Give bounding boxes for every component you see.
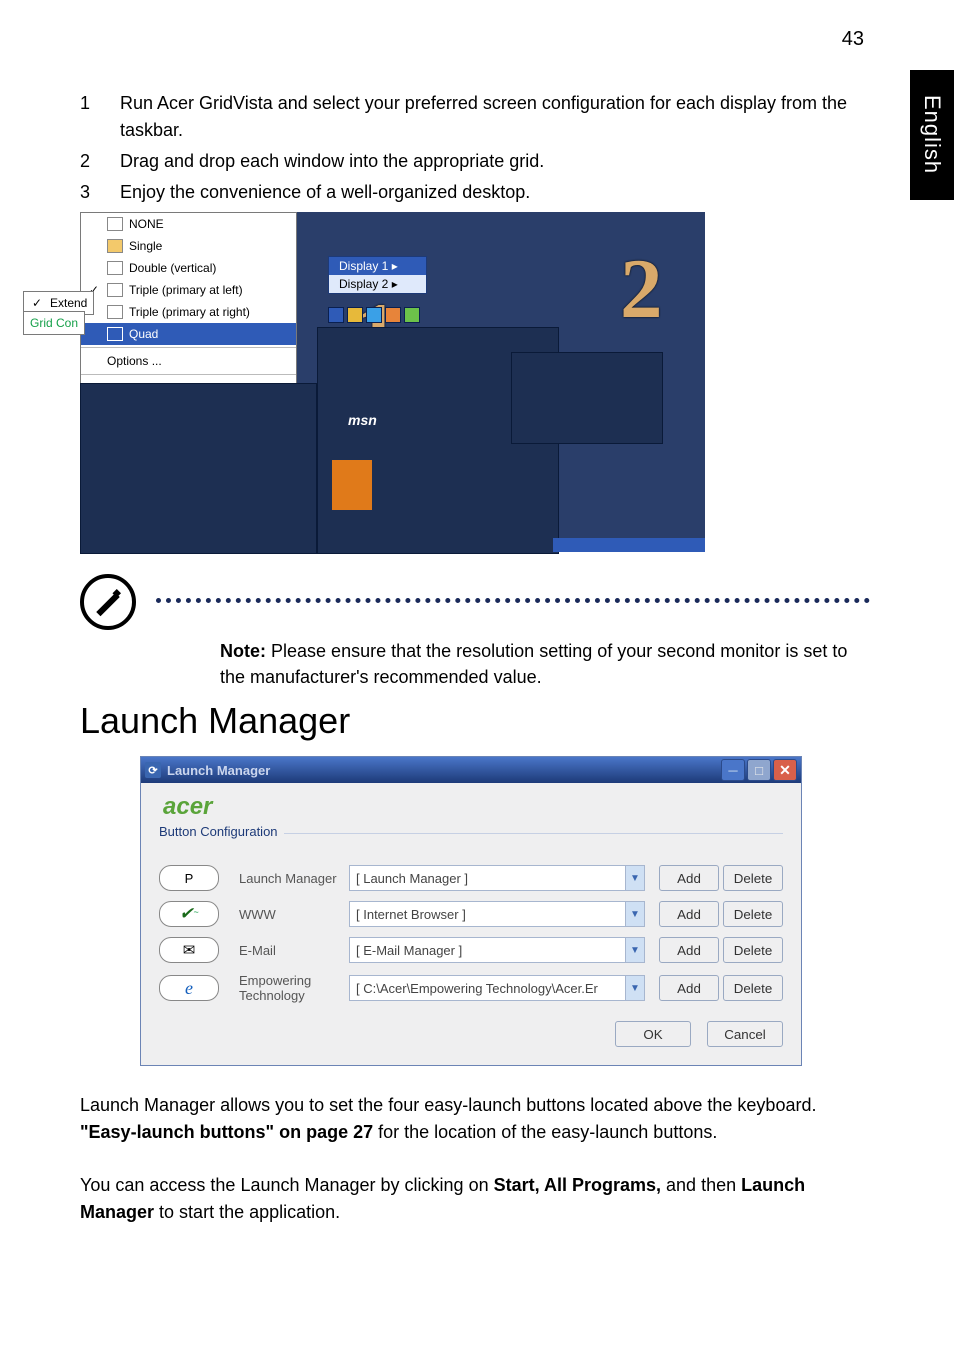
config-row: P Launch Manager [ Launch Manager ]▼ Add… — [159, 865, 783, 891]
add-button[interactable]: Add — [659, 937, 719, 963]
maximize-button[interactable]: □ — [747, 759, 771, 781]
delete-button[interactable]: Delete — [723, 975, 783, 1001]
paragraph-1: Launch Manager allows you to set the fou… — [80, 1092, 870, 1146]
chevron-down-icon[interactable]: ▼ — [625, 866, 644, 890]
step-number: 2 — [80, 148, 120, 175]
window-title: Launch Manager — [167, 763, 270, 778]
delete-button[interactable]: Delete — [723, 937, 783, 963]
overlay-number-2: 2 — [620, 240, 663, 338]
config-row: ✔~ WWW [ Internet Browser ]▼ Add Delete — [159, 901, 783, 927]
chevron-down-icon[interactable]: ▼ — [625, 938, 644, 962]
orange-accent — [332, 460, 372, 510]
add-button[interactable]: Add — [659, 865, 719, 891]
footer-bar — [553, 538, 705, 552]
system-tray — [328, 307, 420, 323]
menu-item-double[interactable]: Double (vertical) — [81, 257, 296, 279]
section-heading: Launch Manager — [80, 700, 870, 742]
steps-list: 1Run Acer GridVista and select your pref… — [80, 90, 870, 206]
menu-item-triple-right[interactable]: Triple (primary at right) — [81, 301, 296, 323]
display-1[interactable]: Display 1 ▸ — [329, 257, 426, 275]
group-label: Button Configuration — [159, 833, 783, 849]
row-label: E-Mail — [239, 943, 349, 958]
ok-button[interactable]: OK — [615, 1021, 691, 1047]
config-row: ✉ E-Mail [ E-Mail Manager ]▼ Add Delete — [159, 937, 783, 963]
step-number: 1 — [80, 90, 120, 144]
note-icon — [80, 574, 136, 630]
menu-item-single[interactable]: Single — [81, 235, 296, 257]
step-text: Enjoy the convenience of a well-organize… — [120, 179, 870, 206]
language-tab: English — [910, 70, 954, 200]
launch-manager-window: ⟳Launch Manager ─ □ ✕ acer Button Config… — [140, 756, 802, 1066]
program-select[interactable]: [ Internet Browser ]▼ — [349, 901, 645, 927]
add-button[interactable]: Add — [659, 901, 719, 927]
minimize-button[interactable]: ─ — [721, 759, 745, 781]
config-row: e Empowering Technology [ C:\Acer\Empowe… — [159, 973, 783, 1003]
hw-key-p: P — [159, 865, 219, 891]
row-label: WWW — [239, 907, 349, 922]
hw-key-www: ✔~ — [159, 901, 219, 927]
titlebar: ⟳ Launch Manager ─ □ ✕ — [141, 757, 801, 783]
chevron-down-icon[interactable]: ▼ — [625, 902, 644, 926]
step-number: 3 — [80, 179, 120, 206]
menu-item-none[interactable]: NONE — [81, 213, 296, 235]
menu-item-triple-left[interactable]: ✓Triple (primary at left) — [81, 279, 296, 301]
menu-item-gridcon[interactable]: Grid Con — [23, 311, 85, 335]
menu-item-options[interactable]: Options ... — [81, 350, 296, 372]
chevron-down-icon[interactable]: ▼ — [625, 976, 644, 1000]
dotted-divider — [156, 598, 870, 603]
program-select[interactable]: [ Launch Manager ]▼ — [349, 865, 645, 891]
app-icon: ⟳ — [145, 762, 161, 778]
row-label: Launch Manager — [239, 871, 349, 886]
step-text: Drag and drop each window into the appro… — [120, 148, 870, 175]
delete-button[interactable]: Delete — [723, 901, 783, 927]
row-label: Empowering Technology — [239, 973, 349, 1003]
cancel-button[interactable]: Cancel — [707, 1021, 783, 1047]
page-number: 43 — [842, 28, 864, 51]
program-select[interactable]: [ E-Mail Manager ]▼ — [349, 937, 645, 963]
menu-item-quad[interactable]: Quad — [81, 323, 296, 345]
paragraph-2: You can access the Launch Manager by cli… — [80, 1172, 870, 1226]
mini-window-3 — [511, 352, 663, 444]
note-text: Note: Please ensure that the resolution … — [220, 638, 870, 690]
add-button[interactable]: Add — [659, 975, 719, 1001]
gridvista-screenshot: NONE Single Double (vertical) ✓Triple (p… — [80, 212, 705, 552]
mini-window-1 — [80, 383, 317, 554]
hw-key-e: e — [159, 975, 219, 1001]
program-select[interactable]: [ C:\Acer\Empowering Technology\Acer.Er▼ — [349, 975, 645, 1001]
hw-key-mail: ✉ — [159, 937, 219, 963]
step-text: Run Acer GridVista and select your prefe… — [120, 90, 870, 144]
close-button[interactable]: ✕ — [773, 759, 797, 781]
delete-button[interactable]: Delete — [723, 865, 783, 891]
msn-label: msn — [348, 412, 377, 428]
